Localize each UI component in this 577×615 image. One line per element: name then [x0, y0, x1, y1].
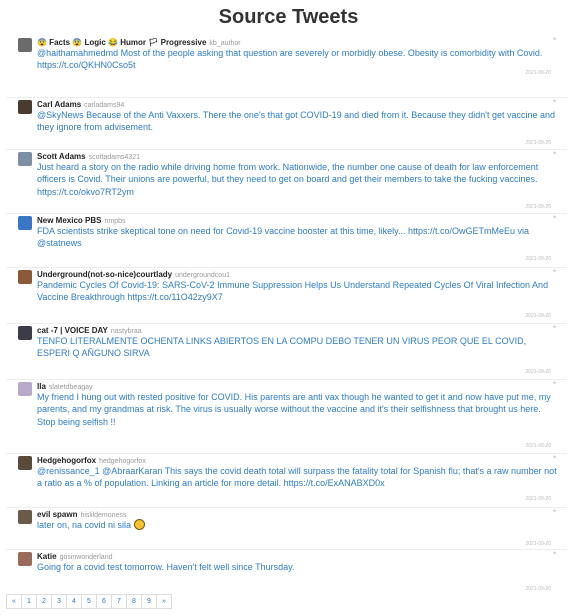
avatar[interactable] [18, 510, 32, 524]
avatar[interactable] [18, 552, 32, 566]
tweet-author-handle: nmpbs [104, 218, 126, 225]
page-button[interactable]: 1 [21, 594, 37, 609]
twitter-icon[interactable]: ✦ [552, 380, 557, 387]
tweet-item: New Mexico PBS nmpbs FDA scientists strik… [6, 214, 567, 268]
tweet-item: 😨 Facts 😨 Logic 😂 Humor 🏳 Progressive kb_… [6, 36, 567, 98]
twitter-icon[interactable]: ✦ [552, 508, 557, 515]
tweet-date: 2021-09-20 [525, 140, 551, 146]
tweet-text: @SkyNews Because of the Anti Vaxxers. Th… [37, 110, 556, 133]
twitter-icon[interactable]: ✦ [552, 150, 557, 157]
tweet-author-handle: slatetdbeagay [48, 384, 93, 391]
tweet-text: Pandemic Cycles Of Covid-19: SARS-CoV-2 … [37, 280, 549, 303]
tweet-text: Just heard a story on the radio while dr… [37, 162, 539, 197]
page-button[interactable]: 5 [81, 594, 97, 609]
tweet-text: @haithamahmedmd Most of the people askin… [37, 48, 543, 71]
page-next-button[interactable]: » [156, 594, 172, 609]
tweet-text: My friend I hung out with rested positiv… [37, 392, 551, 427]
tweet-item: Carl Adams carladams94 @SkyNews Because o… [6, 98, 567, 150]
tweet-item: Scott Adams scottadams4321 Just heard a s… [6, 150, 567, 214]
tweet-date: 2021-09-20 [525, 443, 551, 449]
tweet-author-name[interactable]: New Mexico PBS [37, 216, 101, 225]
twitter-icon[interactable]: ✦ [552, 454, 557, 461]
twitter-icon[interactable]: ✦ [552, 324, 557, 331]
tweet-text: Going for a covid test tomorrow. Haven't… [37, 562, 295, 572]
tweet-author-name[interactable]: Scott Adams [37, 152, 86, 161]
tweet-author-name[interactable]: Hedgehogorfox [37, 456, 96, 465]
page-prev-button[interactable]: « [6, 594, 22, 609]
avatar[interactable] [18, 216, 32, 230]
page-button[interactable]: 9 [141, 594, 157, 609]
avatar[interactable] [18, 38, 32, 52]
page-button[interactable]: 6 [96, 594, 112, 609]
tweet-date: 2021-09-20 [525, 586, 551, 592]
tweet-item: lla slatetdbeagay My friend I hung out wi… [6, 380, 567, 454]
twitter-icon[interactable]: ✦ [552, 98, 557, 105]
tweet-author-name[interactable]: Carl Adams [37, 100, 81, 109]
tweet-author-handle: nastybraa [110, 328, 142, 335]
twitter-icon[interactable]: ✦ [552, 268, 557, 275]
tweet-author-name[interactable]: 😨 Facts 😨 Logic 😂 Humor 🏳 Progressive [37, 38, 206, 47]
tweet-author-handle: undergroundcou1 [175, 272, 230, 279]
twitter-icon[interactable]: ✦ [552, 36, 557, 43]
tweet-text: TENFO LITERALMENTE OCHENTA LINKS ABIERTO… [37, 336, 527, 359]
page-button[interactable]: 2 [36, 594, 52, 609]
avatar[interactable] [18, 326, 32, 340]
tweet-author-name[interactable]: cat -7 | VOICE DAY [37, 326, 108, 335]
tweet-author-handle: kb_author [209, 40, 241, 47]
avatar[interactable] [18, 270, 32, 284]
tweet-item: Hedgehogorfox hedgehogorfox @renissance_1… [6, 454, 567, 508]
tweet-date: 2021-09-20 [525, 541, 551, 547]
twitter-icon[interactable]: ✦ [552, 550, 557, 557]
tweet-author-handle: hislildemoness [80, 512, 127, 519]
avatar[interactable] [18, 382, 32, 396]
tweet-date: 2021-09-20 [525, 313, 551, 319]
page-button[interactable]: 8 [126, 594, 142, 609]
tweet-date: 2021-09-20 [525, 204, 551, 210]
tweet-author-name[interactable]: evil spawn [37, 510, 77, 519]
avatar[interactable] [18, 456, 32, 470]
emoji-icon [133, 519, 145, 530]
tweet-date: 2021-09-20 [525, 496, 551, 502]
tweet-text-content: later on, na covid ni sila [37, 520, 132, 530]
pagination: « 1 2 3 4 5 6 7 8 9 » [6, 594, 172, 609]
tweet-author-handle: carladams94 [84, 102, 125, 109]
page-title: Source Tweets [218, 6, 359, 28]
tweet-date: 2021-09-20 [525, 256, 551, 262]
tweet-text: @renissance_1 @AbraarKaran This says the… [37, 466, 557, 489]
avatar[interactable] [18, 152, 32, 166]
tweet-item: cat -7 | VOICE DAY nastybraa TENFO LITERA… [6, 324, 567, 380]
tweet-item: evil spawn hislildemoness later on, na co… [6, 508, 567, 550]
tweet-item: Underground(not-so-nice)courtlady undergr… [6, 268, 567, 324]
tweet-author-handle: scottadams4321 [88, 154, 140, 161]
tweet-author-name[interactable]: lla [37, 382, 46, 391]
tweet-text: FDA scientists strike skeptical tone on … [37, 226, 530, 249]
page-button[interactable]: 7 [111, 594, 127, 609]
twitter-icon[interactable]: ✦ [552, 214, 557, 221]
page-button[interactable]: 3 [51, 594, 67, 609]
tweet-author-name[interactable]: Katie [37, 552, 57, 561]
tweet-date: 2021-09-20 [525, 70, 551, 76]
avatar[interactable] [18, 100, 32, 114]
tweet-date: 2021-09-20 [525, 369, 551, 375]
tweet-item: Katie gosinwonderland Going for a covid t… [6, 550, 567, 596]
tweet-text: later on, na covid ni sila [37, 519, 557, 531]
page-button[interactable]: 4 [66, 594, 82, 609]
tweet-author-handle: gosinwonderland [59, 554, 113, 561]
tweet-author-name[interactable]: Underground(not-so-nice)courtlady [37, 270, 172, 279]
tweet-author-handle: hedgehogorfox [99, 458, 146, 465]
